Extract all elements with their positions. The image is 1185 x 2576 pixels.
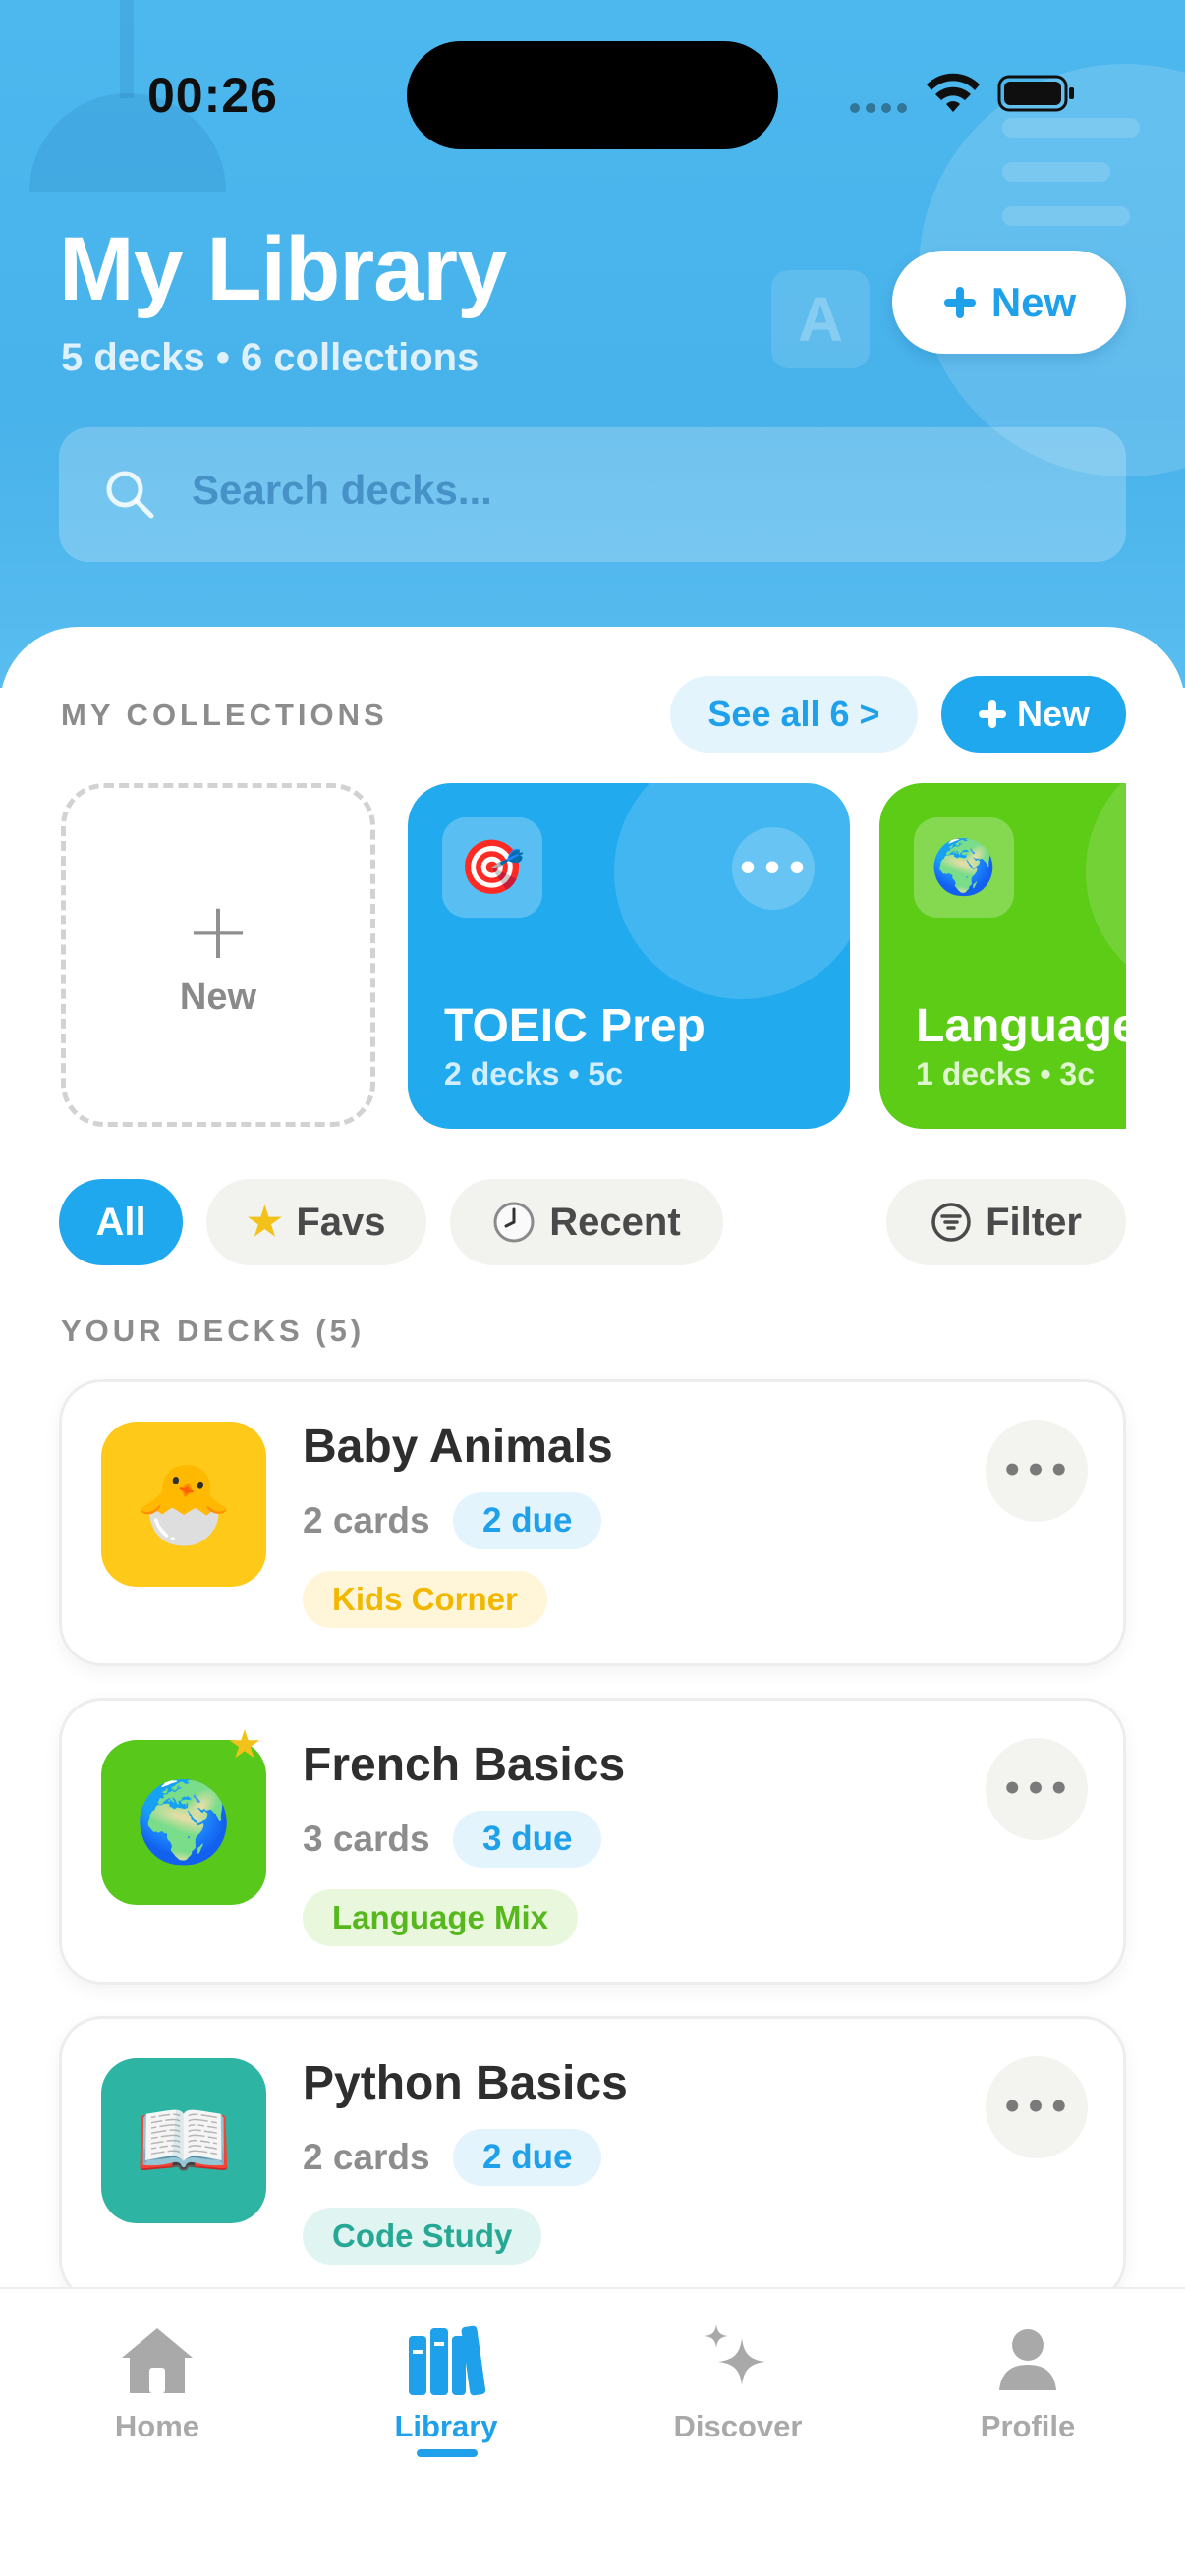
- deck-card-python-basics[interactable]: 📖 Python Basics 2 cards 2 due Code Study…: [59, 2016, 1126, 2303]
- filter-recent-label: Recent: [549, 1200, 681, 1244]
- clock-icon: [493, 1202, 535, 1243]
- search-placeholder: Search decks...: [192, 467, 492, 513]
- tab-profile-label: Profile: [980, 2409, 1076, 2443]
- more-options-button[interactable]: •••: [986, 2056, 1088, 2158]
- due-badge: 2 due: [453, 2129, 602, 2186]
- tab-bar: Home Library Discover Profile: [0, 2287, 1185, 2576]
- page-title: My Library: [59, 219, 507, 319]
- plus-icon: +: [185, 884, 252, 977]
- star-icon: ★: [247, 1201, 283, 1244]
- collection-card-toeic-prep[interactable]: 🎯 ••• TOEIC Prep 2 decks • 5c: [408, 783, 850, 1129]
- decorative-letter-block: A: [771, 270, 870, 368]
- tab-discover[interactable]: Discover: [630, 2319, 846, 2466]
- sparkle-icon: [705, 2324, 765, 2385]
- tab-profile[interactable]: Profile: [920, 2319, 1136, 2466]
- decorative-line: [1002, 118, 1140, 138]
- decorative-lamp-pole: [120, 0, 134, 98]
- deck-card-count: 3 cards: [303, 1819, 430, 1859]
- target-icon: 🎯: [442, 817, 542, 918]
- new-collection-card-label: New: [179, 976, 257, 1018]
- battery-icon: [997, 75, 1074, 112]
- more-options-button[interactable]: •••: [986, 1738, 1088, 1840]
- collection-tag[interactable]: Language Mix: [303, 1889, 579, 1946]
- due-badge: 2 due: [453, 1492, 602, 1549]
- tab-discover-label: Discover: [673, 2409, 803, 2443]
- search-icon: [106, 471, 154, 519]
- filter-all-label: All: [95, 1200, 146, 1244]
- library-summary: 5 decks • 6 collections: [61, 336, 480, 379]
- filter-button-label: Filter: [986, 1200, 1082, 1244]
- new-deck-button[interactable]: New: [892, 251, 1126, 354]
- collection-tag[interactable]: Kids Corner: [303, 1571, 547, 1628]
- new-collection-button[interactable]: New: [941, 676, 1126, 753]
- chick-icon: 🐣: [101, 1422, 266, 1587]
- library-header: A 00:26 My Library 5 decks • 6 collectio…: [0, 0, 1185, 688]
- deck-card-count: 2 cards: [303, 1500, 430, 1540]
- status-time: 00:26: [147, 68, 278, 123]
- collection-tag[interactable]: Code Study: [303, 2208, 542, 2265]
- favorite-star-icon: ★: [227, 1722, 262, 1767]
- decorative-line: [1002, 162, 1110, 182]
- globe-icon: 🌍: [914, 817, 1014, 918]
- more-options-button[interactable]: •••: [986, 1420, 1088, 1522]
- plus-icon: [943, 286, 976, 318]
- deck-name: Python Basics: [303, 2057, 628, 2109]
- tab-home[interactable]: Home: [49, 2319, 265, 2466]
- decorative-circle: [614, 783, 850, 999]
- due-badge: 3 due: [453, 1811, 602, 1868]
- see-all-collections-button[interactable]: See all 6 >: [670, 676, 918, 753]
- filter-all-chip[interactable]: All: [59, 1179, 183, 1265]
- tab-home-label: Home: [114, 2409, 200, 2443]
- collection-card-language-mix[interactable]: 🌍 ••• Language Mix 1 decks • 3c: [879, 783, 1126, 1129]
- filter-favs-chip[interactable]: ★ Favs: [206, 1179, 426, 1265]
- book-icon: 📖: [101, 2058, 266, 2223]
- collection-name: TOEIC Prep: [444, 1000, 705, 1052]
- new-deck-button-label: New: [990, 278, 1077, 325]
- filter-recent-chip[interactable]: Recent: [450, 1179, 723, 1265]
- filter-button[interactable]: Filter: [886, 1179, 1126, 1265]
- deck-card-count: 2 cards: [303, 2137, 430, 2177]
- more-options-button[interactable]: •••: [732, 827, 815, 910]
- plus-icon: [978, 700, 1006, 728]
- tab-library[interactable]: Library: [338, 2319, 554, 2466]
- active-tab-indicator: [417, 2449, 478, 2457]
- collection-meta: 2 decks • 5c: [444, 1056, 623, 1092]
- decorative-circle: [1086, 783, 1126, 999]
- decks-section-label: YOUR DECKS (5): [61, 1314, 366, 1348]
- search-input[interactable]: Search decks...: [59, 427, 1126, 562]
- collection-name: Language Mix: [916, 1000, 1126, 1052]
- new-collection-card[interactable]: + New: [61, 783, 375, 1127]
- deck-name: French Basics: [303, 1739, 626, 1791]
- collections-section-label: MY COLLECTIONS: [61, 698, 388, 732]
- wifi-icon: [927, 73, 980, 112]
- deck-card-baby-animals[interactable]: 🐣 Baby Animals 2 cards 2 due Kids Corner…: [59, 1379, 1126, 1666]
- decorative-line: [1002, 206, 1130, 226]
- dynamic-island: [407, 41, 778, 149]
- books-icon: [409, 2325, 486, 2396]
- collections-carousel[interactable]: + New 🎯 ••• TOEIC Prep 2 decks • 5c 🌍 ••…: [59, 781, 1126, 1130]
- deck-name: Baby Animals: [303, 1421, 613, 1473]
- collection-meta: 1 decks • 3c: [916, 1056, 1095, 1092]
- deck-card-french-basics[interactable]: 🌍 ★ French Basics 3 cards 3 due Language…: [59, 1698, 1126, 1985]
- tab-library-label: Library: [394, 2409, 498, 2443]
- status-icons: [845, 69, 1081, 118]
- filter-icon: [931, 1203, 971, 1242]
- filter-favs-label: Favs: [296, 1200, 386, 1244]
- person-icon: [999, 2329, 1056, 2390]
- home-icon: [122, 2328, 193, 2393]
- new-collection-button-label: New: [1016, 694, 1091, 734]
- cellular-signal-icon: [850, 103, 907, 113]
